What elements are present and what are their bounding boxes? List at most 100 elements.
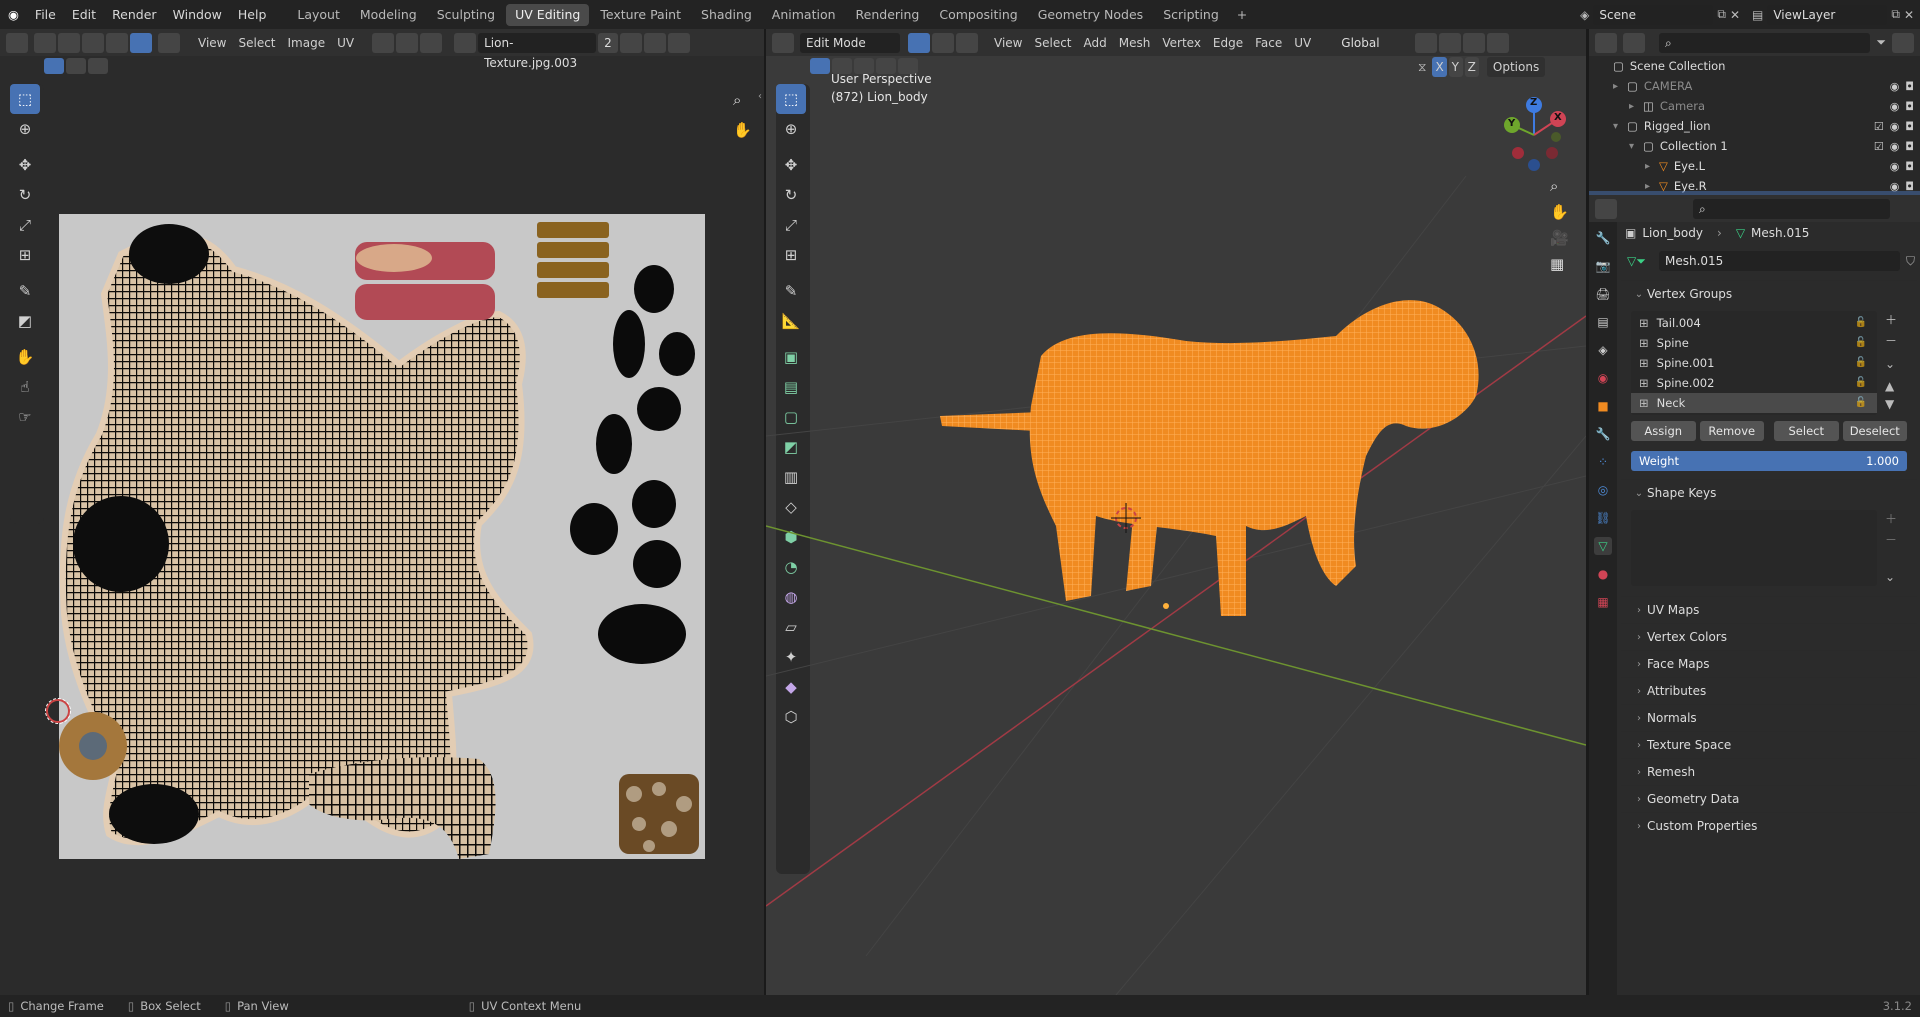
vertex-select-icon[interactable] <box>58 32 80 53</box>
assign-button[interactable]: Assign <box>1631 421 1696 441</box>
uv-texture-image[interactable] <box>59 214 705 859</box>
chevron-icon[interactable]: ▾ <box>1613 121 1627 132</box>
viewport-scene[interactable] <box>766 56 1586 995</box>
properties-search-input[interactable]: ⌕ <box>1693 198 1890 219</box>
zoom-icon[interactable]: ⌕ <box>1550 177 1569 195</box>
modifier-tab-icon[interactable]: 🔧 <box>1594 425 1612 443</box>
remove-vertex-group-button[interactable]: － <box>1885 332 1897 349</box>
view-layer-tab-icon[interactable]: ▤ <box>1594 313 1612 331</box>
editor-type-icon[interactable] <box>1595 198 1617 219</box>
viewport-menu-add[interactable]: Add <box>1078 33 1113 53</box>
viewport-menu-vertex[interactable]: Vertex <box>1156 33 1207 53</box>
viewport-menu-select[interactable]: Select <box>1028 33 1077 53</box>
eye-icon[interactable]: ◉ <box>1890 140 1900 153</box>
weight-slider[interactable]: Weight 1.000 <box>1631 451 1907 471</box>
move-tool[interactable]: ✥ <box>10 150 40 180</box>
workspace-tab-layout[interactable]: Layout <box>288 4 349 26</box>
new-collection-icon[interactable] <box>1892 32 1914 53</box>
panel-header-uv-maps[interactable]: › UV Maps <box>1621 596 1917 623</box>
particles-tab-icon[interactable]: ⁘ <box>1594 453 1612 471</box>
lock-icon[interactable]: 🔓 <box>1855 373 1867 393</box>
render-camera-icon[interactable]: ◘ <box>1905 100 1914 113</box>
2d-cursor-icon[interactable] <box>45 698 71 724</box>
outliner-item[interactable]: ▸ ▽ Eye.L ◉ ◘ <box>1589 156 1920 176</box>
chevron-icon[interactable]: ▾ <box>1629 141 1643 152</box>
zoom-icon[interactable]: ⌕ <box>733 91 741 109</box>
chevron-icon[interactable]: ▸ <box>1645 181 1659 192</box>
face-mode-icon[interactable] <box>956 32 978 53</box>
exclude-checkbox-icon[interactable]: ☑ <box>1874 120 1884 133</box>
filter-icon[interactable]: ⏷ <box>1876 35 1886 50</box>
add-workspace-button[interactable]: + <box>1228 4 1256 26</box>
add-vertex-group-button[interactable]: ＋ <box>1885 311 1897 328</box>
edge-mode-icon[interactable] <box>932 32 954 53</box>
new-view-layer-icon[interactable]: ⧉ <box>1891 7 1900 22</box>
annotate-tool[interactable]: ✎ <box>10 276 40 306</box>
blender-logo-icon[interactable]: ◉ <box>0 0 27 29</box>
viewport-menu-view[interactable]: View <box>988 33 1028 53</box>
lock-icon[interactable]: 🔓 <box>1855 313 1867 333</box>
fake-user-icon[interactable] <box>619 32 642 53</box>
editor-type-icon[interactable] <box>6 32 28 53</box>
vertex-group-item[interactable]: ⊞ Tail.004 🔓 <box>1631 313 1877 333</box>
lock-icon[interactable]: 🔓 <box>1855 393 1867 413</box>
orientation-selector[interactable]: Global <box>1335 32 1408 53</box>
outliner-item[interactable]: ▸ ◫ Camera ◉ ◘ <box>1589 96 1920 116</box>
sticky-select-icon[interactable] <box>158 32 180 53</box>
workspace-tab-sculpting[interactable]: Sculpting <box>428 4 504 26</box>
image-name-field[interactable]: Lion-Texture.jpg.003 <box>478 32 597 70</box>
chevron-icon[interactable]: ▸ <box>1613 81 1627 92</box>
outliner-item[interactable]: ▾ ▢ Rigged_lion ☑ ◉ ◘ <box>1589 116 1920 136</box>
panel-header-texture-space[interactable]: › Texture Space <box>1621 731 1917 758</box>
menu-render[interactable]: Render <box>104 0 165 29</box>
outliner-item[interactable]: ▸ ▢ CAMERA ◉ ◘ <box>1589 76 1920 96</box>
open-image-icon[interactable] <box>667 32 690 53</box>
workspace-tab-modeling[interactable]: Modeling <box>351 4 426 26</box>
grab-tool[interactable]: ✋ <box>10 342 40 372</box>
select-button[interactable]: Select <box>1774 421 1839 441</box>
pan-icon[interactable]: ✋ <box>733 121 752 139</box>
menu-help[interactable]: Help <box>230 0 275 29</box>
snap-icon[interactable] <box>1439 32 1462 53</box>
vertex-group-item[interactable]: ⊞ Neck 🔓 <box>1631 393 1877 413</box>
select-subtract-icon[interactable] <box>88 58 108 74</box>
lock-icon[interactable]: 🔓 <box>1855 353 1867 373</box>
constraints-tab-icon[interactable]: ⛓ <box>1594 509 1612 527</box>
proportional-icon[interactable] <box>1463 32 1486 53</box>
cursor-tool[interactable]: ⊕ <box>10 114 40 144</box>
vertex-groups-panel-header[interactable]: ⌄ Vertex Groups <box>1621 280 1917 307</box>
camera-view-icon[interactable]: 🎥 <box>1550 229 1569 247</box>
menu-file[interactable]: File <box>27 0 64 29</box>
eye-icon[interactable]: ◉ <box>1890 100 1900 113</box>
panel-header-vertex-colors[interactable]: › Vertex Colors <box>1621 623 1917 650</box>
sync-selection-icon[interactable] <box>34 32 56 53</box>
uv-menu-select[interactable]: Select <box>232 33 281 53</box>
delete-scene-icon[interactable]: ✕ <box>1730 8 1740 22</box>
uv-menu-view[interactable]: View <box>192 33 232 53</box>
panel-header-geometry-data[interactable]: › Geometry Data <box>1621 785 1917 812</box>
face-select-icon[interactable] <box>106 32 128 53</box>
pinch-tool[interactable]: ☞ <box>10 402 40 432</box>
navigation-gizmo[interactable]: Z X Y <box>1494 95 1574 175</box>
vertex-group-item[interactable]: ⊞ Spine.002 🔓 <box>1631 373 1877 393</box>
scene-selector[interactable]: Scene <box>1593 4 1714 25</box>
render-camera-icon[interactable]: ◘ <box>1905 140 1914 153</box>
proportional-edit-icon[interactable] <box>420 32 443 53</box>
vertex-group-specials-icon[interactable]: ⌄ <box>1885 357 1897 371</box>
world-tab-icon[interactable]: ◉ <box>1594 369 1612 387</box>
eye-icon[interactable]: ◉ <box>1890 120 1900 133</box>
viewport-menu-face[interactable]: Face <box>1249 33 1288 53</box>
panel-header-normals[interactable]: › Normals <box>1621 704 1917 731</box>
rip-tool[interactable]: ◩ <box>10 306 40 336</box>
workspace-tab-shading[interactable]: Shading <box>692 4 761 26</box>
workspace-tab-geometry-nodes[interactable]: Geometry Nodes <box>1029 4 1152 26</box>
outliner-search-input[interactable]: ⌕ <box>1659 32 1871 53</box>
uv-menu-uv[interactable]: UV <box>331 33 360 53</box>
panel-header-attributes[interactable]: › Attributes <box>1621 677 1917 704</box>
perspective-toggle-icon[interactable]: ▦ <box>1550 255 1569 273</box>
workspace-tab-rendering[interactable]: Rendering <box>847 4 929 26</box>
editor-type-icon[interactable] <box>772 32 794 53</box>
deselect-button[interactable]: Deselect <box>1842 421 1907 441</box>
pivot-icon[interactable] <box>372 32 395 53</box>
physics-tab-icon[interactable]: ◎ <box>1594 481 1612 499</box>
